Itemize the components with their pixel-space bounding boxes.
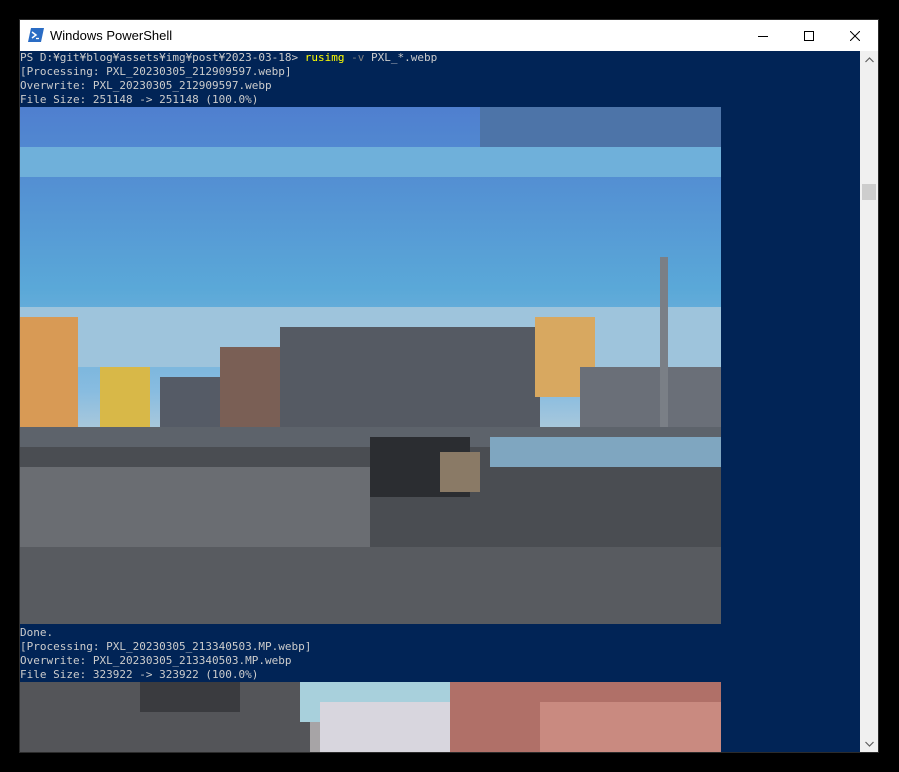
close-icon xyxy=(850,30,860,41)
powershell-window: Windows PowerShell PS D:¥git¥blog¥assets… xyxy=(20,20,878,752)
processing-line: [Processing: PXL_20230305_212909597.webp… xyxy=(20,65,292,78)
console-output[interactable]: PS D:¥git¥blog¥assets¥img¥post¥2023-03-1… xyxy=(20,51,860,752)
filesize-line: File Size: 251148 -> 251148 (100.0%) xyxy=(20,93,259,106)
scroll-down-arrow-icon xyxy=(864,741,874,747)
pixelated-photo-building xyxy=(20,682,721,752)
close-button[interactable] xyxy=(832,20,878,51)
scroll-up-button[interactable] xyxy=(860,51,878,68)
command-flag: -v xyxy=(351,51,365,64)
done-line: Done. xyxy=(20,626,54,639)
maximize-icon xyxy=(804,30,814,41)
processing-line: [Processing: PXL_20230305_213340503.MP.w… xyxy=(20,640,312,653)
minimize-icon xyxy=(758,35,768,37)
vertical-scrollbar[interactable] xyxy=(860,51,878,752)
command: rusimg xyxy=(304,51,345,64)
prompt: PS D:¥git¥blog¥assets¥img¥post¥2023-03-1… xyxy=(20,51,299,64)
minimize-button[interactable] xyxy=(740,20,786,51)
title-bar[interactable]: Windows PowerShell xyxy=(20,20,878,51)
window-title: Windows PowerShell xyxy=(50,28,173,43)
scroll-up-arrow-icon xyxy=(864,56,874,62)
overwrite-line: Overwrite: PXL_20230305_213340503.MP.web… xyxy=(20,654,292,667)
pixelated-photo-street-scene xyxy=(20,107,721,624)
filesize-line: File Size: 323922 -> 323922 (100.0%) xyxy=(20,668,259,681)
scrollbar-thumb[interactable] xyxy=(862,184,876,200)
powershell-icon xyxy=(28,28,44,42)
scroll-down-button[interactable] xyxy=(860,735,878,752)
maximize-button[interactable] xyxy=(786,20,832,51)
command-argument: PXL_*.webp xyxy=(371,51,438,64)
command-line: PS D:¥git¥blog¥assets¥img¥post¥2023-03-1… xyxy=(20,51,437,64)
overwrite-line: Overwrite: PXL_20230305_212909597.webp xyxy=(20,79,272,92)
